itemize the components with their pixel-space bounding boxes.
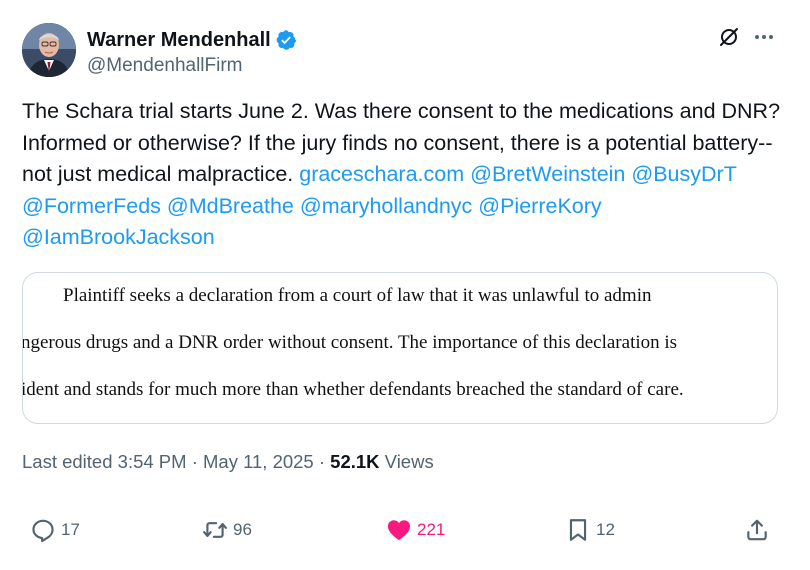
document-line-1: Plaintiff seeks a declaration from a cou…: [63, 285, 652, 306]
repost-count: 96: [233, 520, 252, 539]
tweet-meta: Last edited 3:54 PM · May 11, 2025 · 52.…: [22, 449, 434, 475]
views-label: Views: [379, 451, 434, 472]
mention-link[interactable]: @BusyDrT: [631, 162, 736, 186]
bookmark-icon: [569, 519, 587, 541]
mention-link[interactable]: @FormerFeds: [22, 194, 161, 218]
document-line-2: ngerous drugs and a DNR order without co…: [22, 332, 678, 353]
author-names: Warner Mendenhall @MendenhallFirm: [87, 27, 297, 78]
like-icon: [387, 520, 411, 541]
display-name[interactable]: Warner Mendenhall: [87, 27, 271, 53]
mention-link[interactable]: @IamBrookJackson: [22, 225, 215, 249]
action-bar: 17 96 221 12: [22, 510, 788, 550]
share-icon: [747, 519, 767, 541]
reply-icon: [32, 519, 54, 543]
like-count: 221: [417, 520, 446, 539]
media-image[interactable]: Plaintiff seeks a declaration from a cou…: [22, 272, 778, 424]
tweet-text: The Schara trial starts June 2. Was ther…: [22, 96, 788, 254]
edited-timestamp[interactable]: Last edited 3:54 PM · May 11, 2025 ·: [22, 451, 330, 472]
grok-icon[interactable]: [718, 26, 740, 48]
reply-button[interactable]: 17: [30, 510, 80, 550]
verified-badge-icon: [275, 29, 297, 51]
document-line-3: ident and stands for much more than whet…: [22, 379, 684, 400]
repost-icon: [203, 522, 227, 538]
bookmark-count: 12: [596, 520, 615, 539]
share-button[interactable]: [744, 510, 770, 550]
handle[interactable]: @MendenhallFirm: [87, 54, 297, 78]
bookmark-button[interactable]: 12: [565, 510, 615, 550]
views-count: 52.1K: [330, 451, 380, 472]
url-link[interactable]: graceschara.com: [299, 162, 464, 186]
reply-count: 17: [61, 520, 80, 539]
mention-link[interactable]: @BretWeinstein: [470, 162, 625, 186]
mention-link[interactable]: @maryhollandnyc: [300, 194, 472, 218]
avatar[interactable]: [22, 23, 76, 77]
more-icon[interactable]: [752, 25, 776, 49]
like-button[interactable]: 221: [386, 510, 445, 550]
mention-link[interactable]: @PierreKory: [478, 194, 601, 218]
mention-link[interactable]: @MdBreathe: [167, 194, 294, 218]
tweet-header: Warner Mendenhall @MendenhallFirm: [22, 23, 788, 79]
repost-button[interactable]: 96: [202, 510, 252, 550]
